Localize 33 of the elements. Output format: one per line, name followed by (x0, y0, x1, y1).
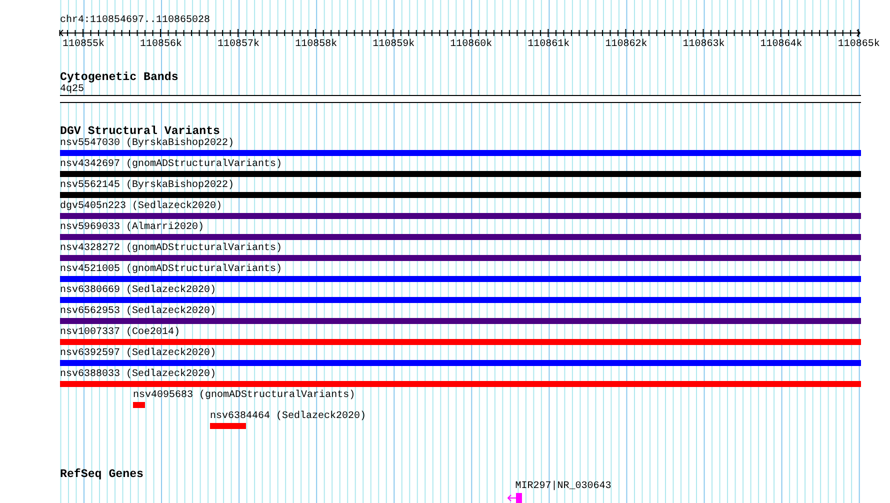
variant-label: nsv5969033 (Almarri2020) (60, 222, 204, 233)
tick-label: 110862k (605, 39, 648, 50)
tick-label: 110861k (528, 39, 570, 50)
track-title: RefSeq Genes (60, 468, 144, 481)
tick-label: 110865k (838, 39, 880, 50)
track-title: DGV Structural Variants (60, 125, 220, 138)
variant-label: dgv5405n223 (Sedlazeck2020) (60, 201, 222, 212)
tick-label: 110859k (372, 39, 415, 50)
location-label: chr4:110854697..110865028 (60, 15, 212, 26)
variant-label: nsv6392597 (Sedlazeck2020) (60, 348, 216, 359)
gene-label: MIR297|NR_030643 (515, 481, 612, 492)
variant-label: nsv5547030 (ByrskaBishop2022) (60, 138, 234, 149)
variant-label: nsv4095683 (gnomADStructuralVariants) (133, 390, 356, 401)
tick-label: 110856k (140, 39, 182, 50)
variant-label: nsv1007337 (Coe2014) (60, 327, 180, 338)
tick-label: 110863k (682, 39, 725, 50)
variant-label: nsv6388033 (Sedlazeck2020) (60, 369, 216, 380)
tick-label: 110858k (295, 39, 338, 50)
tick-label: 110857k (218, 39, 260, 50)
tick-label: 110855k (62, 39, 104, 50)
tick-label: 110864k (760, 39, 802, 50)
variant-label: nsv4328272 (gnomADStructuralVariants) (60, 243, 282, 254)
variant-label: nsv4521005 (gnomADStructuralVariants) (60, 264, 282, 275)
variant-label: nsv6380669 (Sedlazeck2020) (60, 285, 216, 296)
variant-label: nsv6562953 (Sedlazeck2020) (60, 306, 216, 317)
variant-label: nsv6384464 (Sedlazeck2020) (210, 411, 366, 422)
tick-label: 110860k (450, 39, 492, 50)
variant-label: nsv5562145 (ByrskaBishop2022) (60, 180, 234, 191)
gene-drawing[interactable] (508, 493, 522, 503)
band-label: 4q25 (60, 84, 84, 95)
variant-label: nsv4342697 (gnomADStructuralVariants) (60, 159, 282, 170)
track-title: Cytogenetic Bands (60, 71, 180, 84)
variant-bar[interactable] (133, 402, 146, 408)
